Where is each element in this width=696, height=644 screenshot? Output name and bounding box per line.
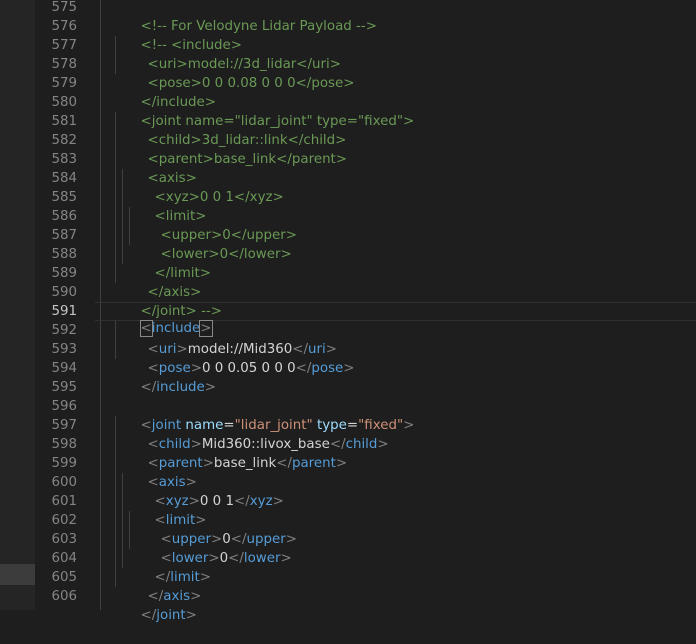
code-line: <lower>0</lower> bbox=[95, 226, 696, 262]
line-number: 580 bbox=[51, 95, 77, 110]
code-line: <pose>0 0 0.05 0 0 0</pose> bbox=[147, 361, 355, 376]
code-line: <xyz>0 0 1</xyz> bbox=[154, 494, 284, 509]
line-number: 588 bbox=[51, 247, 77, 262]
code-line: </include> bbox=[140, 380, 217, 395]
code-line: <limit> bbox=[95, 188, 696, 224]
code-line: <!-- For Velodyne Lidar Payload --> bbox=[95, 0, 696, 34]
line-number: 599 bbox=[51, 456, 77, 471]
line-number: 581 bbox=[51, 114, 77, 129]
code-line: <parent>base_link</parent> bbox=[95, 131, 696, 167]
line-number: 576 bbox=[51, 19, 77, 34]
side-panel bbox=[0, 0, 35, 610]
code-line: <!-- <include> bbox=[95, 17, 696, 53]
code-line: </joint> --> bbox=[95, 283, 696, 319]
code-line: <child>Mid360::livox_base</child> bbox=[147, 437, 389, 452]
code-line: </limit> bbox=[95, 245, 696, 281]
line-number: 583 bbox=[51, 152, 77, 167]
code-editor[interactable]: 575 576 577 578 579 580 581 582 583 584 … bbox=[0, 0, 696, 623]
line-number: 593 bbox=[51, 342, 77, 357]
code-line: </include> bbox=[95, 74, 696, 110]
code-line: <axis> bbox=[147, 475, 197, 490]
code-line: </axis> bbox=[95, 264, 696, 300]
line-number: 590 bbox=[51, 285, 77, 300]
line-number: 585 bbox=[51, 190, 77, 205]
code-line: <joint name="lidar_joint" type="fixed"> bbox=[140, 418, 415, 433]
code-line: <limit> bbox=[154, 513, 207, 528]
line-number: 579 bbox=[51, 76, 77, 91]
code-line: <uri>model://Mid360</uri> bbox=[147, 342, 337, 357]
line-number: 578 bbox=[51, 57, 77, 72]
code-line: <uri>model://3d_lidar</uri> bbox=[95, 36, 696, 72]
line-number: 577 bbox=[51, 38, 77, 53]
code-line: <axis> bbox=[95, 150, 696, 186]
line-number: 587 bbox=[51, 228, 77, 243]
code-line: <pose>0 0 0.08 0 0 0</pose> bbox=[95, 55, 696, 91]
code-line: <upper>0</upper> bbox=[95, 207, 696, 243]
line-number: 605 bbox=[51, 570, 77, 585]
line-number-active: 591 bbox=[51, 304, 77, 319]
line-number: 602 bbox=[51, 513, 77, 528]
line-number: 601 bbox=[51, 494, 77, 509]
code-line: <xyz>0 0 1</xyz> bbox=[95, 169, 696, 205]
line-number: 575 bbox=[51, 0, 77, 15]
line-number: 582 bbox=[51, 133, 77, 148]
line-number: 589 bbox=[51, 266, 77, 281]
side-panel-selected-item[interactable] bbox=[0, 564, 35, 585]
code-line: </joint> bbox=[140, 608, 197, 623]
code-line: <parent>base_link</parent> bbox=[147, 456, 348, 471]
line-number: 604 bbox=[51, 551, 77, 566]
line-number: 595 bbox=[51, 380, 77, 395]
code-line: <joint name="lidar_joint" type="fixed"> bbox=[95, 93, 696, 129]
tag-name: joint bbox=[156, 608, 186, 623]
line-number: 603 bbox=[51, 532, 77, 547]
line-number: 597 bbox=[51, 418, 77, 433]
code-area[interactable]: <!-- For Velodyne Lidar Payload --> <!--… bbox=[95, 0, 696, 623]
code-line: </axis> bbox=[147, 589, 202, 604]
line-number: 600 bbox=[51, 475, 77, 490]
line-number: 586 bbox=[51, 209, 77, 224]
line-number: 606 bbox=[51, 589, 77, 604]
line-number-gutter: 575 576 577 578 579 580 581 582 583 584 … bbox=[35, 0, 95, 610]
line-number: 584 bbox=[51, 171, 77, 186]
code-line: <upper>0</upper> bbox=[160, 532, 297, 547]
line-number: 592 bbox=[51, 323, 77, 338]
line-number: 594 bbox=[51, 361, 77, 376]
code-line-active: <include> bbox=[95, 302, 696, 337]
line-number: 598 bbox=[51, 437, 77, 452]
code-line: <lower>0</lower> bbox=[160, 551, 292, 566]
code-line: <child>3d_lidar::link</child> bbox=[95, 112, 696, 148]
code-line: </limit> bbox=[154, 570, 211, 585]
line-number: 596 bbox=[51, 399, 77, 414]
